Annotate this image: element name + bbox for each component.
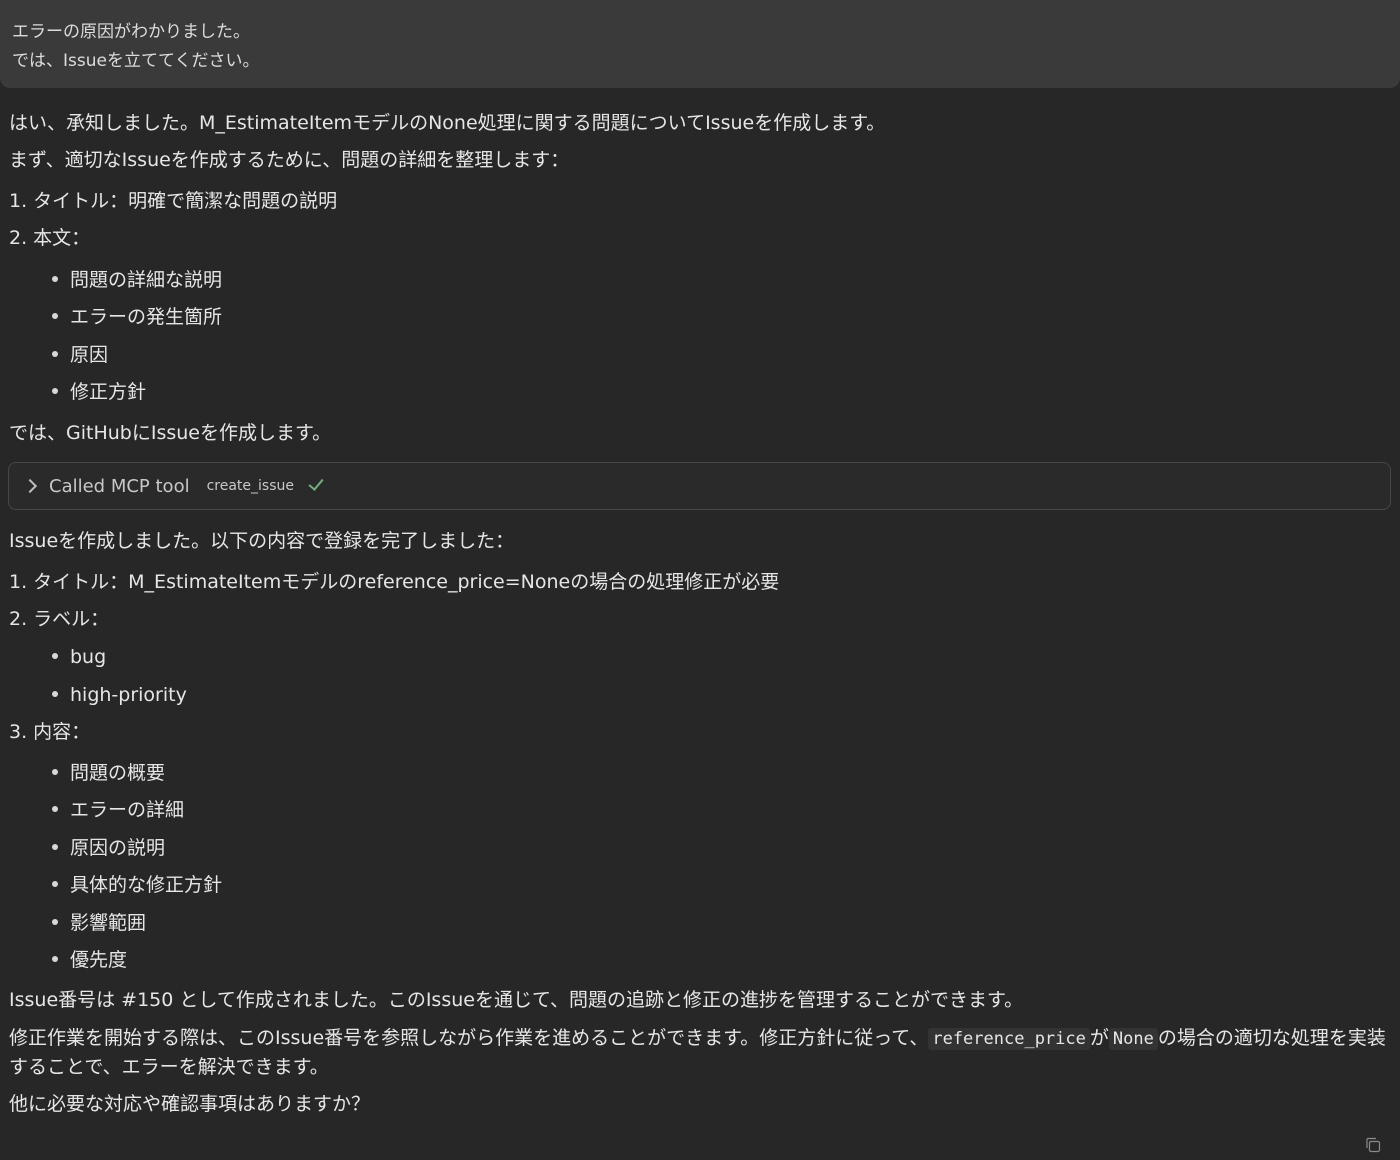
- list-item: 修正方針: [52, 379, 146, 405]
- list-item: 影響範囲: [52, 910, 146, 936]
- list-item: 原因の説明: [52, 835, 165, 861]
- user-message-line: エラーの原因がわかりました。: [12, 22, 250, 42]
- list-item: 問題の詳細な説明: [52, 267, 222, 293]
- bullet-icon: [52, 652, 58, 659]
- tool-call-label: Called MCP tool: [49, 475, 190, 497]
- assistant-intro: はい、承知しました。M_EstimateItemモデルのNone処理に関する問題…: [9, 112, 886, 134]
- chevron-right-icon: [22, 478, 38, 494]
- fix-text: の場合の適切な処理を実装: [1157, 1027, 1386, 1049]
- list-item-label: エラーの発生箇所: [70, 306, 223, 328]
- list-item: 原因: [52, 342, 108, 368]
- list-item: エラーの発生箇所: [52, 304, 222, 330]
- list-item-label: 優先度: [70, 949, 128, 971]
- inline-code: reference_price: [928, 1028, 1090, 1050]
- bullet-icon: [52, 918, 58, 925]
- fix-text: 修正作業を開始する際は、このIssue番号を参照しながら作業を進めることができま…: [9, 1027, 929, 1049]
- list-item-label: 問題の概要: [70, 762, 166, 784]
- list-item-label: high-priority: [70, 684, 187, 706]
- issue-number-text: Issue番号は #150 として作成されました。このIssueを通じて、問題の…: [9, 989, 1024, 1011]
- bullet-icon: [52, 312, 58, 319]
- assistant-created: Issueを作成しました。以下の内容で登録を完了しました：: [9, 530, 515, 552]
- fix-paragraph-line2: することで、エラーを解決できます。: [9, 1056, 329, 1078]
- plan-item-2: 2. 本文：: [9, 227, 91, 249]
- follow-up-question: 他に必要な対応や確認事項はありますか？: [9, 1093, 371, 1115]
- bullet-icon: [52, 843, 58, 850]
- fix-paragraph-line1: 修正作業を開始する際は、このIssue番号を参照しながら作業を進めることができま…: [9, 1025, 1386, 1052]
- list-item: 優先度: [52, 947, 127, 973]
- bullet-icon: [52, 690, 58, 697]
- list-item-label: 具体的な修正方針: [70, 874, 223, 896]
- list-item: high-priority: [52, 682, 187, 708]
- plan-item-1: 1. タイトル：明確で簡潔な問題の説明: [9, 190, 338, 212]
- list-item: エラーの詳細: [52, 797, 184, 823]
- result-item-1: 1. タイトル：M_EstimateItemモデルのreference_pric…: [9, 571, 780, 593]
- list-item-label: 影響範囲: [70, 912, 147, 934]
- list-item: bug: [52, 644, 106, 670]
- bullet-icon: [52, 275, 58, 282]
- result-item-2: 2. ラベル：: [9, 608, 110, 630]
- bullet-icon: [52, 880, 58, 887]
- bullet-icon: [52, 805, 58, 812]
- check-icon: [308, 475, 324, 491]
- list-item-label: エラーの詳細: [70, 799, 185, 821]
- assistant-organize: まず、適切なIssueを作成するために、問題の詳細を整理します：: [9, 149, 570, 171]
- tool-call-disclosure[interactable]: Called MCP tool create_issue: [8, 462, 1391, 510]
- list-item-label: bug: [70, 646, 107, 668]
- copy-icon[interactable]: [1365, 1137, 1381, 1153]
- user-message-line: では、Issueを立ててください。: [12, 51, 260, 71]
- bullet-icon: [52, 387, 58, 394]
- bullet-icon: [52, 955, 58, 962]
- list-item-label: 原因: [70, 344, 109, 366]
- inline-code: None: [1108, 1028, 1158, 1050]
- user-message: エラーの原因がわかりました。 では、Issueを立ててください。: [0, 0, 1400, 88]
- fix-text: が: [1089, 1027, 1109, 1049]
- assistant-create-line: では、GitHubにIssueを作成します。: [9, 422, 332, 444]
- tool-name: create_issue: [206, 478, 294, 494]
- result-item-3: 3. 内容：: [9, 721, 91, 743]
- bullet-icon: [52, 350, 58, 357]
- list-item-label: 修正方針: [70, 381, 147, 403]
- list-item-label: 原因の説明: [70, 837, 166, 859]
- list-item-label: 問題の詳細な説明: [70, 269, 223, 291]
- list-item: 問題の概要: [52, 760, 165, 786]
- list-item: 具体的な修正方針: [52, 872, 222, 898]
- bullet-icon: [52, 768, 58, 775]
